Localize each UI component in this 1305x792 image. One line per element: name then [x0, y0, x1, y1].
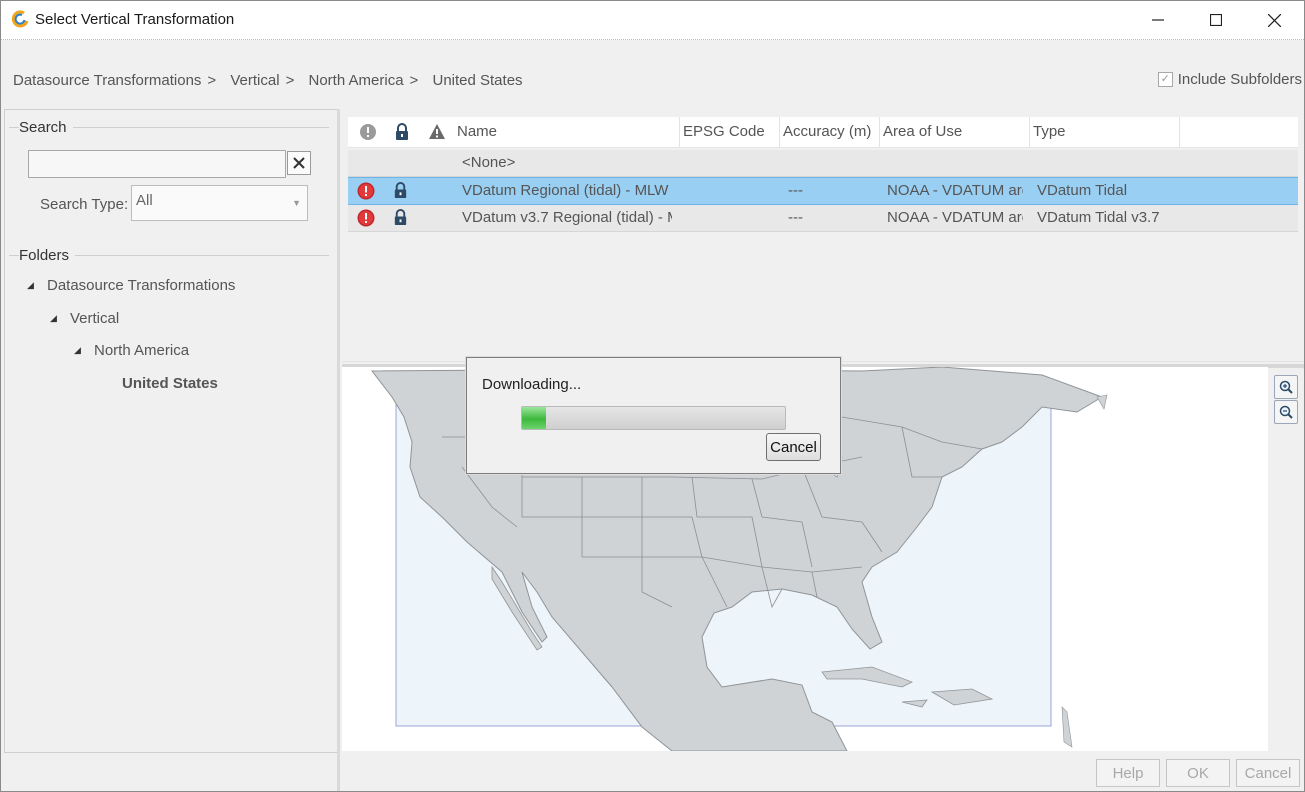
tree-item-united-states[interactable]: United States: [122, 375, 218, 392]
maximize-button[interactable]: [1187, 1, 1245, 39]
transformations-grid: Name EPSG Code Accuracy (m) Area of Use …: [342, 109, 1304, 362]
breadcrumb-separator: >: [409, 72, 419, 89]
table-row[interactable]: VDatum v3.7 Regional (tidal) - M --- NOA…: [348, 205, 1298, 232]
app-logo-icon: [11, 10, 29, 28]
search-type-label: Search Type:: [40, 196, 129, 213]
minimize-button[interactable]: [1129, 1, 1187, 39]
column-header-name[interactable]: Name: [454, 117, 680, 147]
expanded-triangle-icon: ◢: [50, 313, 57, 323]
dialog-window: Select Vertical Transformation Datasourc…: [0, 0, 1305, 792]
table-row[interactable]: <None>: [348, 150, 1298, 177]
tree-item-label: Vertical: [70, 310, 120, 327]
minimize-icon: [1152, 19, 1164, 21]
title-bar: Select Vertical Transformation: [1, 1, 1304, 40]
grid-header: Name EPSG Code Accuracy (m) Area of Use …: [348, 117, 1298, 148]
table-row-selected[interactable]: VDatum Regional (tidal) - MLW --- NOAA -…: [348, 177, 1298, 205]
column-header-accuracy[interactable]: Accuracy (m): [780, 117, 880, 147]
tree-item-label: Datasource Transformations: [47, 277, 236, 294]
clear-search-button[interactable]: [287, 151, 311, 175]
ok-button[interactable]: OK: [1166, 759, 1230, 787]
zoom-out-icon: [1279, 405, 1293, 419]
include-subfolders-checkbox[interactable]: ✓ Include Subfolders: [1157, 71, 1302, 88]
download-progress-dialog: Downloading... Cancel: [466, 357, 841, 474]
search-type-value: All: [136, 192, 153, 209]
download-message: Downloading...: [482, 376, 582, 393]
maximize-icon: [1210, 14, 1222, 26]
error-icon: [357, 209, 375, 227]
search-group-label: Search: [19, 119, 73, 136]
breadcrumb-separator: >: [207, 72, 217, 89]
column-header-type[interactable]: Type: [1030, 117, 1180, 147]
tree-item-label: North America: [94, 342, 190, 359]
cell-name: VDatum v3.7 Regional (tidal) - M: [462, 209, 672, 226]
clear-icon: [293, 157, 305, 169]
help-button[interactable]: Help: [1096, 759, 1160, 787]
breadcrumb-item[interactable]: North America: [309, 72, 404, 89]
tree-item-datasource-transformations[interactable]: ◢ Datasource Transformations: [27, 277, 235, 294]
zoom-in-button[interactable]: [1274, 375, 1298, 399]
lock-icon: [394, 209, 407, 226]
window-title: Select Vertical Transformation: [35, 11, 235, 28]
column-header-area[interactable]: Area of Use: [880, 117, 1030, 147]
breadcrumb: Datasource Transformations > Vertical > No…: [13, 72, 527, 89]
tree-item-north-america[interactable]: ◢ North America: [74, 342, 189, 359]
pane-splitter[interactable]: [337, 109, 340, 791]
warning-icon[interactable]: [428, 123, 446, 141]
expanded-triangle-icon: ◢: [74, 345, 81, 355]
column-header-epsg[interactable]: EPSG Code: [680, 117, 780, 147]
cell-accuracy: ---: [788, 209, 803, 226]
progress-fill: [522, 407, 546, 429]
cell-type: VDatum Tidal: [1037, 182, 1128, 199]
chevron-down-icon: ▼: [292, 198, 301, 208]
breadcrumb-item-current[interactable]: United States: [432, 72, 522, 89]
lock-icon[interactable]: [393, 123, 411, 141]
left-panel: Search Search Type: All ▼ Folders ◢ Data…: [4, 109, 338, 753]
tree-item-label: United States: [122, 375, 218, 392]
cell-area: NOAA - VDATUM are: [887, 209, 1023, 226]
status-icon[interactable]: [359, 123, 377, 141]
zoom-in-icon: [1279, 380, 1293, 394]
breadcrumb-separator: >: [285, 72, 295, 89]
cell-name: <None>: [462, 154, 516, 171]
cell-name: VDatum Regional (tidal) - MLW: [462, 182, 669, 199]
cell-area: NOAA - VDATUM are: [887, 182, 1023, 199]
download-cancel-button[interactable]: Cancel: [766, 433, 821, 461]
breadcrumb-item[interactable]: Vertical: [230, 72, 279, 89]
cell-type: VDatum Tidal v3.7: [1037, 209, 1160, 226]
folders-group-label: Folders: [19, 247, 76, 264]
close-button[interactable]: [1245, 1, 1303, 39]
zoom-out-button[interactable]: [1274, 400, 1298, 424]
search-type-select[interactable]: All ▼: [131, 185, 308, 221]
checkbox-check-icon: ✓: [1157, 72, 1173, 87]
breadcrumb-item[interactable]: Datasource Transformations: [13, 72, 201, 89]
cell-accuracy: ---: [788, 182, 803, 199]
lock-icon: [394, 182, 407, 199]
search-input[interactable]: [28, 150, 286, 178]
download-progress-bar: [521, 406, 786, 430]
close-icon: [1267, 13, 1281, 27]
include-subfolders-label: Include Subfolders: [1177, 71, 1302, 88]
tree-item-vertical[interactable]: ◢ Vertical: [50, 310, 119, 327]
cancel-button[interactable]: Cancel: [1236, 759, 1300, 787]
error-icon: [357, 182, 375, 200]
expanded-triangle-icon: ◢: [27, 280, 34, 290]
